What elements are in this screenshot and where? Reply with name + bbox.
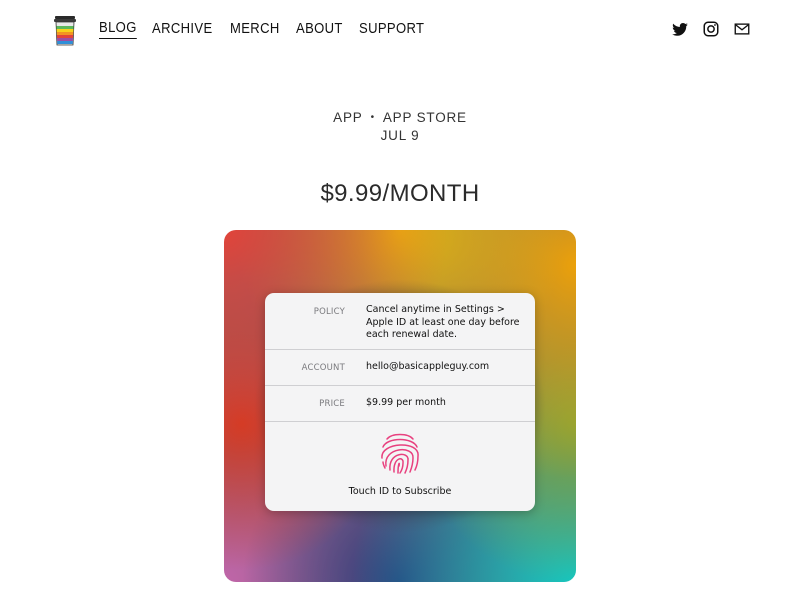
nav-link-about[interactable]: ABOUT [296,21,343,39]
post-meta: APP • APP STORE JUL 9 [0,109,800,145]
nav-link-support[interactable]: SUPPORT [359,21,424,39]
site-logo[interactable] [53,15,77,46]
instagram-icon[interactable] [702,20,720,38]
nav-link-archive[interactable]: ARCHIVE [152,21,213,39]
page: BLOG ARCHIVE MERCH ABOUT SUPPORT APP • APP… [0,0,800,600]
account-label: ACCOUNT [301,363,345,373]
post-categories: APP • APP STORE [0,109,800,127]
touch-id-label: Touch ID to Subscribe [348,486,452,497]
policy-label: POLICY [313,307,345,317]
separator-dot: • [370,112,375,123]
twitter-icon[interactable] [671,20,689,38]
policy-row: POLICY Cancel anytime in Settings > Appl… [265,293,535,350]
price-value: $9.99 per month [366,397,446,408]
nav-link-blog[interactable]: BLOG [99,20,137,39]
price-label: PRICE [319,399,345,409]
nav-link-merch[interactable]: MERCH [230,21,280,39]
fingerprint-icon [381,433,419,474]
site-header: BLOG ARCHIVE MERCH ABOUT SUPPORT [0,0,800,60]
price-row: PRICE $9.99 per month [265,386,535,422]
rainbow-cup-icon [54,16,76,46]
purchase-sheet: POLICY Cancel anytime in Settings > Appl… [265,293,535,511]
category-link-app-store[interactable]: APP STORE [383,110,467,125]
post-date[interactable]: JUL 9 [0,127,800,145]
post-title: $9.99/MONTH [320,180,480,207]
touch-id-section: Touch ID to Subscribe [265,422,535,511]
account-value: hello@basicappleguy.com [366,361,490,372]
policy-value: Cancel anytime in Settings > Apple ID at… [366,304,520,340]
main-nav: BLOG ARCHIVE MERCH ABOUT SUPPORT [99,20,432,39]
mail-icon[interactable] [733,20,751,38]
account-row: ACCOUNT hello@basicappleguy.com [265,350,535,386]
hero-image: POLICY Cancel anytime in Settings > Appl… [224,230,576,582]
social-links [671,20,751,38]
category-link-app[interactable]: APP [333,110,362,125]
